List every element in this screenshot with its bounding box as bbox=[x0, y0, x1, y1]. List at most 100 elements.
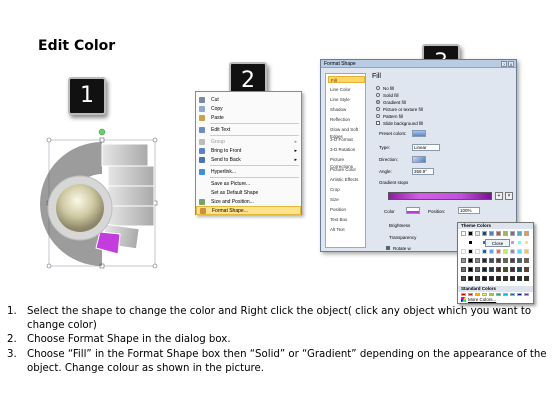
menu-item-cut[interactable]: Cut bbox=[196, 95, 301, 104]
category-line-style[interactable]: Line Style bbox=[328, 96, 365, 103]
selected-shape[interactable] bbox=[38, 128, 168, 278]
color-swatch[interactable] bbox=[482, 293, 487, 296]
color-swatch[interactable] bbox=[461, 240, 466, 245]
color-swatch[interactable] bbox=[524, 276, 529, 281]
menu-item-group[interactable]: Group ▸ bbox=[196, 137, 301, 146]
color-swatch[interactable] bbox=[482, 267, 487, 272]
color-swatch[interactable] bbox=[489, 267, 494, 272]
color-swatch[interactable] bbox=[510, 231, 515, 236]
color-swatch[interactable] bbox=[475, 293, 480, 296]
close-icon[interactable]: X bbox=[508, 61, 514, 67]
color-swatch[interactable] bbox=[517, 293, 522, 296]
color-swatch[interactable] bbox=[517, 249, 522, 254]
color-swatch[interactable] bbox=[524, 293, 529, 296]
color-swatch[interactable] bbox=[468, 240, 473, 245]
menu-item-paste[interactable]: Paste bbox=[196, 113, 301, 122]
color-swatch[interactable] bbox=[482, 258, 487, 263]
color-swatch[interactable] bbox=[489, 276, 494, 281]
direction-dropdown[interactable] bbox=[412, 156, 426, 163]
radio-pattern-fill[interactable]: Pattern fill bbox=[376, 113, 403, 119]
color-swatch[interactable] bbox=[517, 267, 522, 272]
ring-shape-graphic[interactable] bbox=[38, 128, 168, 278]
help-button[interactable]: ? bbox=[501, 61, 507, 67]
category-picture-corrections[interactable]: Picture Corrections bbox=[328, 156, 365, 169]
menu-item-bring-to-front[interactable]: Bring to Front ▸ bbox=[196, 146, 301, 155]
color-swatch[interactable] bbox=[489, 231, 494, 236]
color-swatch[interactable] bbox=[468, 258, 473, 263]
angle-input[interactable]: 359.9° bbox=[412, 168, 434, 175]
menu-item-format-shape[interactable]: Format Shape... bbox=[196, 206, 301, 215]
color-swatch[interactable] bbox=[475, 276, 480, 281]
category-text-box[interactable]: Text Box bbox=[328, 216, 365, 223]
color-swatch[interactable] bbox=[503, 267, 508, 272]
color-swatch[interactable] bbox=[461, 267, 466, 272]
color-swatch[interactable] bbox=[482, 276, 487, 281]
category-artistic-effects[interactable]: Artistic Effects bbox=[328, 176, 365, 183]
type-select[interactable]: Linear bbox=[412, 144, 440, 151]
color-swatch[interactable] bbox=[524, 240, 529, 245]
color-swatch[interactable] bbox=[503, 249, 508, 254]
menu-item-edit-text[interactable]: Edit Text bbox=[196, 125, 301, 134]
color-swatch[interactable] bbox=[510, 258, 515, 263]
color-swatch[interactable] bbox=[468, 293, 473, 296]
color-swatch[interactable] bbox=[482, 249, 487, 254]
color-swatch[interactable] bbox=[524, 267, 529, 272]
menu-item-size-position[interactable]: Size and Position... bbox=[196, 197, 301, 206]
color-swatch[interactable] bbox=[475, 249, 480, 254]
color-swatch[interactable] bbox=[517, 258, 522, 263]
close-button[interactable]: Close bbox=[485, 239, 510, 247]
color-swatch[interactable] bbox=[468, 276, 473, 281]
color-swatch[interactable] bbox=[489, 258, 494, 263]
color-swatch[interactable] bbox=[503, 276, 508, 281]
radio-solid-fill[interactable]: Solid fill bbox=[376, 92, 399, 98]
color-swatch[interactable] bbox=[461, 258, 466, 263]
color-swatch[interactable] bbox=[510, 276, 515, 281]
color-swatch[interactable] bbox=[461, 293, 466, 296]
color-swatch[interactable] bbox=[461, 231, 466, 236]
remove-stop-button[interactable]: × bbox=[505, 192, 513, 200]
color-swatch[interactable] bbox=[524, 258, 529, 263]
color-swatch[interactable] bbox=[517, 240, 522, 245]
category-crop[interactable]: Crop bbox=[328, 186, 365, 193]
color-swatch[interactable] bbox=[510, 293, 515, 296]
gradient-stops-bar[interactable] bbox=[388, 192, 492, 200]
color-swatch[interactable] bbox=[475, 231, 480, 236]
color-swatch[interactable] bbox=[496, 258, 501, 263]
color-swatch[interactable] bbox=[510, 240, 515, 245]
color-picker-button[interactable] bbox=[406, 207, 420, 214]
menu-item-set-default-shape[interactable]: Set as Default Shape bbox=[196, 188, 301, 197]
color-swatch[interactable] bbox=[475, 267, 480, 272]
color-swatch[interactable] bbox=[503, 258, 508, 263]
color-swatch[interactable] bbox=[468, 267, 473, 272]
rotate-checkbox[interactable]: Rotate w bbox=[386, 245, 411, 251]
category-3d-rotation[interactable]: 3-D Rotation bbox=[328, 146, 365, 153]
color-swatch[interactable] bbox=[461, 276, 466, 281]
category-line-color[interactable]: Line Color bbox=[328, 86, 365, 93]
color-swatch[interactable] bbox=[496, 231, 501, 236]
color-swatch[interactable] bbox=[468, 249, 473, 254]
category-3d-format[interactable]: 3-D Format bbox=[328, 136, 365, 143]
color-swatch[interactable] bbox=[489, 293, 494, 296]
color-swatch[interactable] bbox=[510, 267, 515, 272]
category-reflection[interactable]: Reflection bbox=[328, 116, 365, 123]
menu-item-hyperlink[interactable]: Hyperlink... bbox=[196, 167, 301, 176]
rotate-handle[interactable] bbox=[98, 128, 106, 136]
menu-item-copy[interactable]: Copy bbox=[196, 104, 301, 113]
color-swatch[interactable] bbox=[475, 240, 480, 245]
color-swatch[interactable] bbox=[510, 249, 515, 254]
color-swatch[interactable] bbox=[468, 231, 473, 236]
menu-item-send-to-back[interactable]: Send to Back ▸ bbox=[196, 155, 301, 164]
category-glow[interactable]: Glow and Soft Edges bbox=[328, 126, 365, 139]
color-swatch[interactable] bbox=[503, 231, 508, 236]
color-swatch[interactable] bbox=[524, 231, 529, 236]
color-swatch[interactable] bbox=[496, 267, 501, 272]
radio-picture-fill[interactable]: Picture or texture fill bbox=[376, 106, 423, 112]
color-swatch[interactable] bbox=[496, 249, 501, 254]
position-input[interactable]: 100% bbox=[458, 207, 480, 214]
checkbox-slide-background-fill[interactable]: Slide background fill bbox=[376, 120, 423, 126]
category-picture-color[interactable]: Picture Color bbox=[328, 166, 365, 173]
category-position[interactable]: Position bbox=[328, 206, 365, 213]
menu-item-save-as-picture[interactable]: Save as Picture... bbox=[196, 179, 301, 188]
category-fill[interactable]: Fill bbox=[328, 76, 365, 83]
more-colors-button[interactable]: More Colors... bbox=[461, 297, 496, 302]
